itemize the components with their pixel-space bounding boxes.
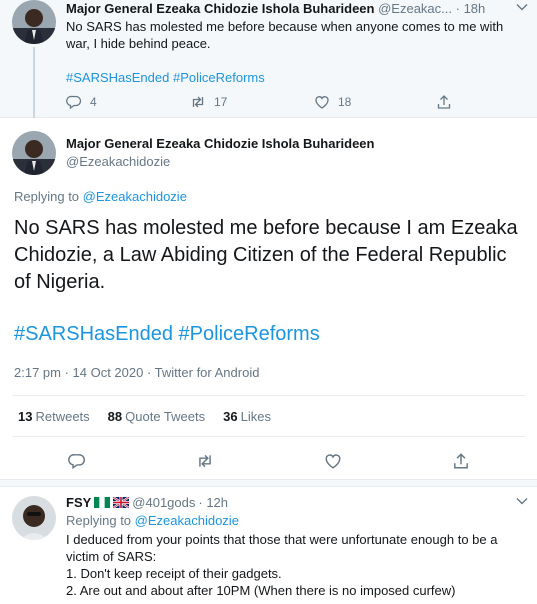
tweet-text: No SARS has molested me before because I… — [14, 217, 518, 293]
divider — [12, 436, 525, 437]
author-handle[interactable]: @401gods — [132, 495, 195, 510]
like-icon — [325, 454, 341, 469]
share-icon — [437, 95, 451, 109]
avatar[interactable] — [12, 131, 56, 175]
author-handle[interactable]: @Ezeakac... — [378, 1, 452, 16]
tweet-text-line: 1. Don't keep receipt of their gadgets. — [66, 566, 282, 581]
retweet-icon — [192, 96, 204, 108]
likes-stat[interactable]: 36 Likes — [223, 409, 271, 424]
tweet-stats: 13 Retweets 88 Quote Tweets 36 Likes — [18, 409, 271, 424]
replying-handle-link[interactable]: @Ezeakachidozie — [135, 513, 239, 528]
tweet-text-line: I deduced from your points that those th… — [66, 532, 498, 564]
uk-flag-icon — [113, 497, 130, 508]
reply-button[interactable] — [68, 452, 196, 470]
like-button[interactable]: 18 — [314, 94, 436, 110]
avatar[interactable] — [12, 496, 56, 540]
tweet-text: I deduced from your points that those th… — [66, 531, 531, 599]
thread-connector-line — [33, 47, 35, 118]
tweet-text-line: 2. Are out and about after 10PM (When th… — [66, 583, 456, 598]
hashtags: #SARSHasEnded #PoliceReforms — [66, 70, 265, 85]
section-separator — [0, 479, 537, 487]
tweet-actions: 4 17 18 — [66, 94, 452, 110]
replying-label: Replying to — [14, 189, 80, 204]
reply-button[interactable]: 4 — [66, 94, 190, 110]
nigeria-flag-icon — [94, 497, 111, 508]
author-handle[interactable]: @Ezeakachidozie — [66, 154, 170, 169]
thread-parent-tweet[interactable]: Major General Ezeaka Chidozie Ishola Buh… — [0, 0, 537, 118]
author-name[interactable]: Major General Ezeaka Chidozie Ishola Buh… — [66, 1, 374, 16]
like-count: 18 — [338, 95, 352, 109]
tweet-text: No SARS has molested me before because w… — [66, 19, 504, 51]
divider — [12, 395, 525, 396]
share-button[interactable] — [436, 94, 452, 110]
tweet-time[interactable]: · 12h — [198, 495, 228, 510]
chevron-down-icon[interactable] — [515, 0, 529, 14]
tweet-timestamp[interactable]: 2:17 pm · 14 Oct 2020 · Twitter for Andr… — [14, 365, 259, 380]
hashtags: #SARSHasEnded #PoliceReforms — [14, 323, 320, 346]
hashtag-link[interactable]: #PoliceReforms — [179, 323, 320, 345]
retweet-count: 17 — [214, 95, 228, 109]
hashtag-link[interactable]: #SARSHasEnded — [66, 70, 169, 85]
tweet-time[interactable]: · 18h — [456, 1, 486, 16]
hashtag-link[interactable]: #PoliceReforms — [173, 70, 265, 85]
chevron-down-icon[interactable] — [515, 494, 529, 508]
replying-to: Replying to @Ezeakachidozie — [14, 189, 187, 204]
reply-count: 4 — [90, 95, 97, 109]
tweet-header: FSY @401gods · 12h — [66, 495, 228, 510]
retweet-button[interactable]: 17 — [190, 94, 314, 110]
avatar[interactable] — [12, 0, 56, 44]
quote-tweets-stat[interactable]: 88 Quote Tweets — [108, 409, 205, 424]
tweet-actions — [68, 452, 470, 470]
share-icon — [454, 453, 468, 469]
reply-icon — [66, 95, 82, 110]
tweet-header: Major General Ezeaka Chidozie Ishola Buh… — [66, 1, 485, 16]
replying-handle-link[interactable]: @Ezeakachidozie — [83, 189, 187, 204]
replying-label: Replying to — [66, 513, 132, 528]
like-icon — [315, 96, 329, 109]
retweet-icon — [199, 454, 211, 468]
retweets-stat[interactable]: 13 Retweets — [18, 409, 90, 424]
reply-icon — [68, 454, 85, 470]
hashtag-link[interactable]: #SARSHasEnded — [14, 323, 173, 345]
replying-to: Replying to @Ezeakachidozie — [66, 513, 239, 528]
like-button[interactable] — [324, 452, 452, 470]
retweet-button[interactable] — [196, 452, 324, 470]
share-button[interactable] — [452, 452, 470, 470]
author-name[interactable]: Major General Ezeaka Chidozie Ishola Buh… — [66, 136, 374, 151]
author-name[interactable]: FSY — [66, 495, 91, 510]
